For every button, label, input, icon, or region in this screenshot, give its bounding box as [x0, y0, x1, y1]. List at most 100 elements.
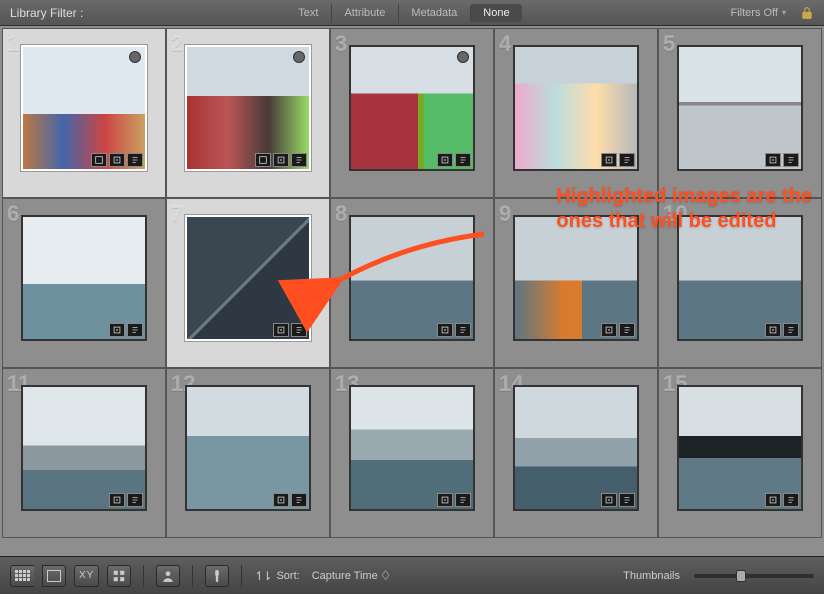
thumbnail-image [515, 47, 637, 169]
thumbnail-badge[interactable] [255, 153, 271, 167]
thumbnail-badge[interactable] [109, 153, 125, 167]
thumbnail-cell[interactable]: 3 [330, 28, 494, 198]
thumbnail-cell[interactable]: 8 [330, 198, 494, 368]
thumbnail-cell[interactable]: 9 [494, 198, 658, 368]
thumbnail-badge[interactable] [765, 323, 781, 337]
cell-index: 1 [7, 31, 19, 57]
thumbnail-image [515, 217, 637, 339]
filter-tab-none[interactable]: None [470, 4, 521, 22]
filter-tabs: TextAttributeMetadataNone [286, 4, 521, 22]
flag-icon[interactable] [293, 51, 305, 63]
thumbnail-cell[interactable]: 11 [2, 368, 166, 538]
compare-view-button[interactable]: XY [74, 565, 99, 587]
thumbnail-badge[interactable] [291, 153, 307, 167]
badge-row [437, 153, 471, 167]
thumbnail-image [679, 47, 801, 169]
badge-row [765, 153, 799, 167]
cell-index: 2 [171, 31, 183, 57]
filters-off-dropdown[interactable]: Filters Off [725, 7, 793, 19]
sort-label: Sort: [276, 570, 299, 582]
thumbnail-image [187, 387, 309, 509]
thumbnail-cell[interactable]: 6 [2, 198, 166, 368]
thumbnail-image [23, 47, 145, 169]
toolbar-divider [241, 565, 242, 587]
thumbnails-label: Thumbnails [623, 570, 680, 582]
thumbnail-badge[interactable] [765, 493, 781, 507]
filter-tab-attribute[interactable]: Attribute [331, 4, 397, 22]
thumbnail-badge[interactable] [291, 323, 307, 337]
badge-row [437, 323, 471, 337]
survey-view-button[interactable] [107, 565, 131, 587]
thumbnail-badge[interactable] [91, 153, 107, 167]
thumbnail-badge[interactable] [273, 323, 289, 337]
thumbnail-image [351, 387, 473, 509]
thumbnail-badge[interactable] [437, 493, 453, 507]
painter-button[interactable] [205, 565, 229, 587]
badge-row [765, 493, 799, 507]
thumbnail-badge[interactable] [619, 153, 635, 167]
thumbnail-badge[interactable] [109, 493, 125, 507]
badge-row [437, 493, 471, 507]
thumbnail-badge[interactable] [783, 323, 799, 337]
cell-index: 9 [499, 201, 511, 227]
flag-icon[interactable] [129, 51, 141, 63]
people-view-button[interactable] [156, 565, 180, 587]
thumbnail-badge[interactable] [127, 153, 143, 167]
lock-icon[interactable] [800, 6, 814, 20]
thumbnail-badge[interactable] [455, 323, 471, 337]
thumbnail-badge[interactable] [273, 493, 289, 507]
thumbnail-image [679, 217, 801, 339]
thumbnail-badge[interactable] [437, 323, 453, 337]
thumbnail-cell[interactable]: 14 [494, 368, 658, 538]
thumbnail-cell[interactable]: 4 [494, 28, 658, 198]
thumbnail-badge[interactable] [783, 153, 799, 167]
thumbnail-image [351, 47, 473, 169]
thumbnail-badge[interactable] [273, 153, 289, 167]
toolbar-divider [192, 565, 193, 587]
badge-row [601, 323, 635, 337]
loupe-view-button[interactable] [42, 565, 66, 587]
badge-row [109, 323, 143, 337]
thumbnail-grid-area: 123456789101112131415 Highlighted images… [0, 26, 824, 556]
thumbnail-badge[interactable] [291, 493, 307, 507]
badge-row [273, 493, 307, 507]
thumbnail-badge[interactable] [455, 493, 471, 507]
cell-index: 8 [335, 201, 347, 227]
thumbnail-size-slider[interactable] [694, 574, 814, 578]
sort-direction-icon[interactable]: ↿⇂ [254, 569, 270, 583]
thumbnail-badge[interactable] [455, 153, 471, 167]
badge-row [601, 153, 635, 167]
thumbnail-badge[interactable] [109, 323, 125, 337]
badge-row [255, 153, 307, 167]
flag-icon[interactable] [457, 51, 469, 63]
thumbnail-cell[interactable]: 13 [330, 368, 494, 538]
cell-index: 3 [335, 31, 347, 57]
filter-tab-metadata[interactable]: Metadata [398, 4, 469, 22]
thumbnail-cell[interactable]: 7 [166, 198, 330, 368]
thumbnail-image [187, 217, 309, 339]
slider-handle[interactable] [736, 570, 746, 582]
thumbnail-badge[interactable] [619, 323, 635, 337]
thumbnail-badge[interactable] [127, 323, 143, 337]
thumbnail-cell[interactable]: 15 [658, 368, 822, 538]
filter-tab-text[interactable]: Text [286, 4, 330, 22]
thumbnail-badge[interactable] [601, 323, 617, 337]
thumbnail-badge[interactable] [619, 493, 635, 507]
cell-index: 6 [7, 201, 19, 227]
thumbnail-badge[interactable] [783, 493, 799, 507]
thumbnail-badge[interactable] [437, 153, 453, 167]
thumbnail-cell[interactable]: 12 [166, 368, 330, 538]
thumbnail-cell[interactable]: 5 [658, 28, 822, 198]
sort-dropdown[interactable]: Capture Time [306, 568, 396, 584]
thumbnail-image [679, 387, 801, 509]
badge-row [273, 323, 307, 337]
badge-row [91, 153, 143, 167]
thumbnail-cell[interactable]: 10 [658, 198, 822, 368]
thumbnail-badge[interactable] [601, 493, 617, 507]
grid-view-button[interactable] [10, 565, 34, 587]
thumbnail-cell[interactable]: 1 [2, 28, 166, 198]
thumbnail-cell[interactable]: 2 [166, 28, 330, 198]
thumbnail-badge[interactable] [601, 153, 617, 167]
thumbnail-badge[interactable] [765, 153, 781, 167]
thumbnail-badge[interactable] [127, 493, 143, 507]
